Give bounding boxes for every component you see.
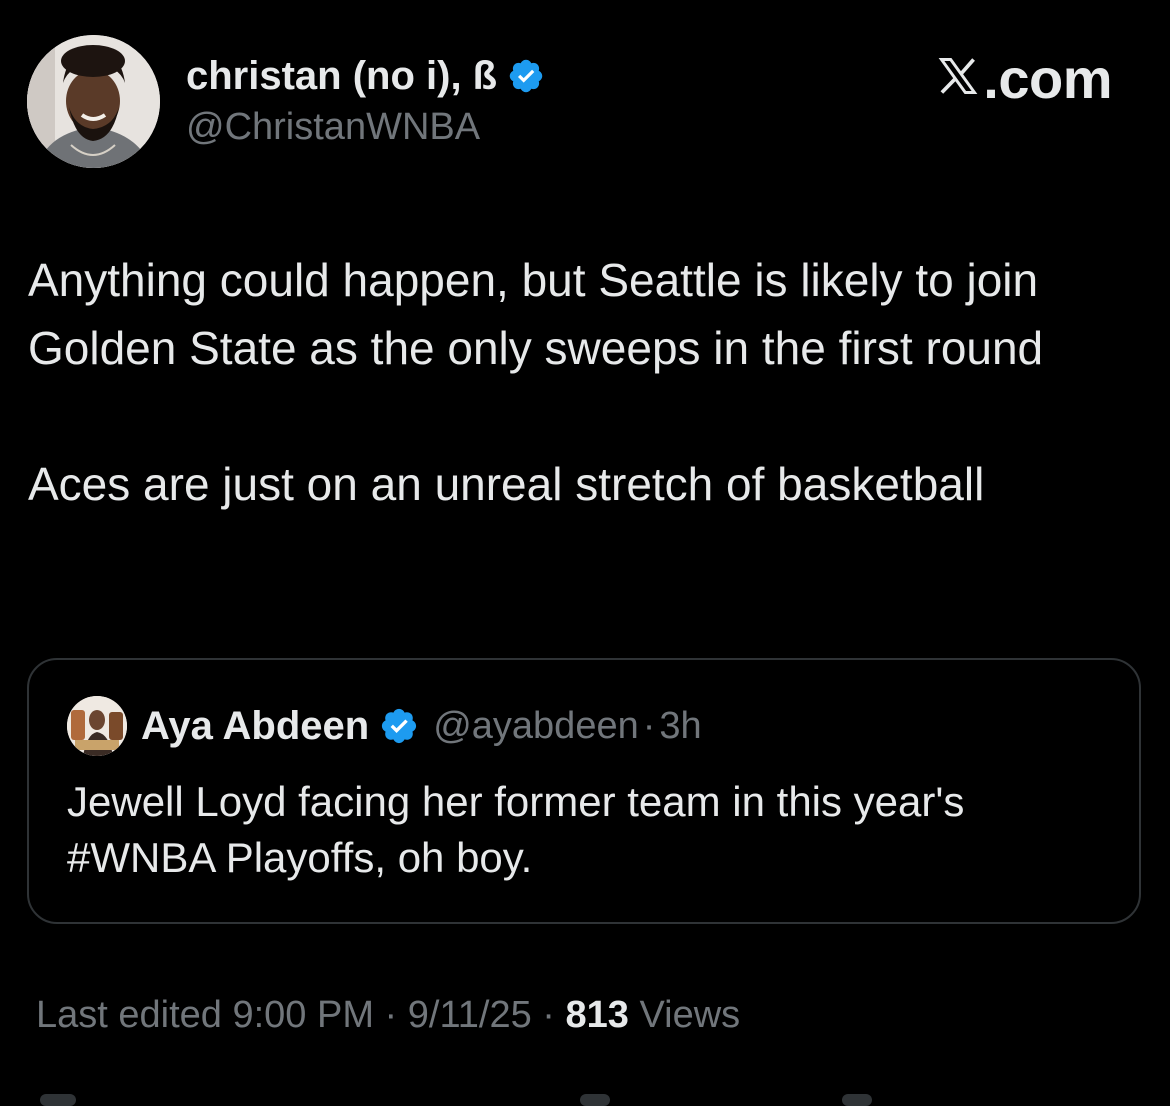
action-bar-edge	[580, 1094, 610, 1106]
tweet-paragraph: Anything could happen, but Seattle is li…	[28, 254, 1044, 374]
quoted-tweet-header: Aya Abdeen @ayabdeen · 3h	[67, 696, 702, 756]
quoted-display-name[interactable]: Aya Abdeen	[141, 704, 369, 749]
author-avatar[interactable]	[27, 35, 160, 168]
author-display-name[interactable]: christan (no i), ß	[186, 54, 497, 99]
quoted-timestamp[interactable]: 3h	[659, 705, 701, 748]
author-name-row: christan (no i), ß	[186, 52, 545, 100]
quoted-tweet[interactable]: Aya Abdeen @ayabdeen · 3h Jewell Loyd fa…	[27, 658, 1141, 924]
verified-badge-icon	[507, 57, 545, 95]
meta-separator: ·	[531, 994, 566, 1036]
quoted-separator: ·	[642, 704, 656, 747]
quoted-tweet-text: Jewell Loyd facing her former team in th…	[67, 778, 965, 881]
edited-timestamp[interactable]: Last edited 9:00 PM · 9/11/25	[36, 994, 532, 1036]
x-logo-icon	[935, 46, 983, 111]
tweet-meta: Last edited 9:00 PM · 9/11/25 · 813 View…	[36, 994, 740, 1037]
views-count[interactable]: 813	[566, 994, 629, 1036]
action-bar-edge	[40, 1094, 76, 1106]
tweet-card: christan (no i), ß @ChristanWNBA .com An…	[0, 0, 1170, 1106]
author-handle[interactable]: @ChristanWNBA	[186, 106, 545, 149]
tweet-paragraph: Aces are just on an unreal stretch of ba…	[28, 458, 985, 510]
quoted-handle[interactable]: @ayabdeen	[433, 705, 639, 748]
views-label: Views	[628, 994, 741, 1036]
tweet-body: Anything could happen, but Seattle is li…	[28, 246, 1138, 518]
action-bar-edge	[842, 1094, 872, 1106]
verified-badge-icon	[379, 706, 419, 746]
quoted-author-avatar[interactable]	[67, 696, 127, 756]
x-com-watermark: .com	[935, 46, 1112, 111]
site-domain: .com	[983, 47, 1112, 110]
author-info: christan (no i), ß @ChristanWNBA	[186, 52, 545, 149]
